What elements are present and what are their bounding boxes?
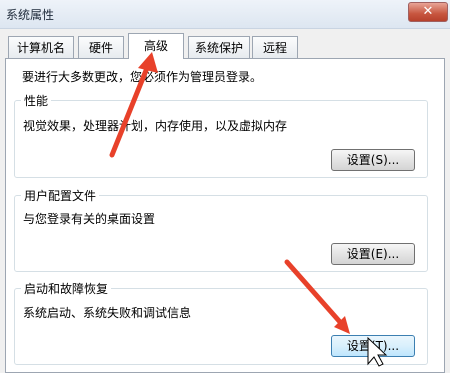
tab-system-protection[interactable]: 系统保护 — [188, 36, 250, 58]
performance-group: 性能 视觉效果，处理器计划，内存使用，以及虚拟内存 设置(S)... — [14, 92, 428, 178]
startup-recovery-settings-button[interactable]: 设置(T)... — [331, 335, 415, 357]
user-profiles-settings-button[interactable]: 设置(E)... — [331, 243, 415, 265]
performance-title: 性能 — [21, 92, 52, 109]
user-profiles-group: 用户配置文件 与您登录有关的桌面设置 设置(E)... — [14, 187, 428, 272]
title-bar: 系统属性 ✕ — [0, 0, 450, 29]
user-profiles-description: 与您登录有关的桌面设置 — [23, 212, 156, 226]
startup-recovery-group: 启动和故障恢复 系统启动、系统失败和调试信息 设置(T)... — [14, 280, 428, 365]
startup-recovery-description: 系统启动、系统失败和调试信息 — [23, 306, 192, 320]
performance-description: 视觉效果，处理器计划，内存使用，以及虚拟内存 — [23, 119, 288, 133]
tab-hardware[interactable]: 硬件 — [78, 36, 124, 58]
user-profiles-title: 用户配置文件 — [21, 187, 100, 204]
window-title: 系统属性 — [6, 8, 55, 22]
performance-settings-button[interactable]: 设置(S)... — [331, 149, 415, 171]
close-button[interactable]: ✕ — [408, 2, 448, 22]
tab-remote[interactable]: 远程 — [252, 36, 298, 58]
tab-computer-name[interactable]: 计算机名 — [8, 36, 74, 58]
startup-recovery-title: 启动和故障恢复 — [21, 280, 112, 297]
admin-notice: 要进行大多数更改，您必须作为管理员登录。 — [22, 70, 263, 84]
tab-advanced[interactable]: 高级 — [128, 33, 184, 59]
